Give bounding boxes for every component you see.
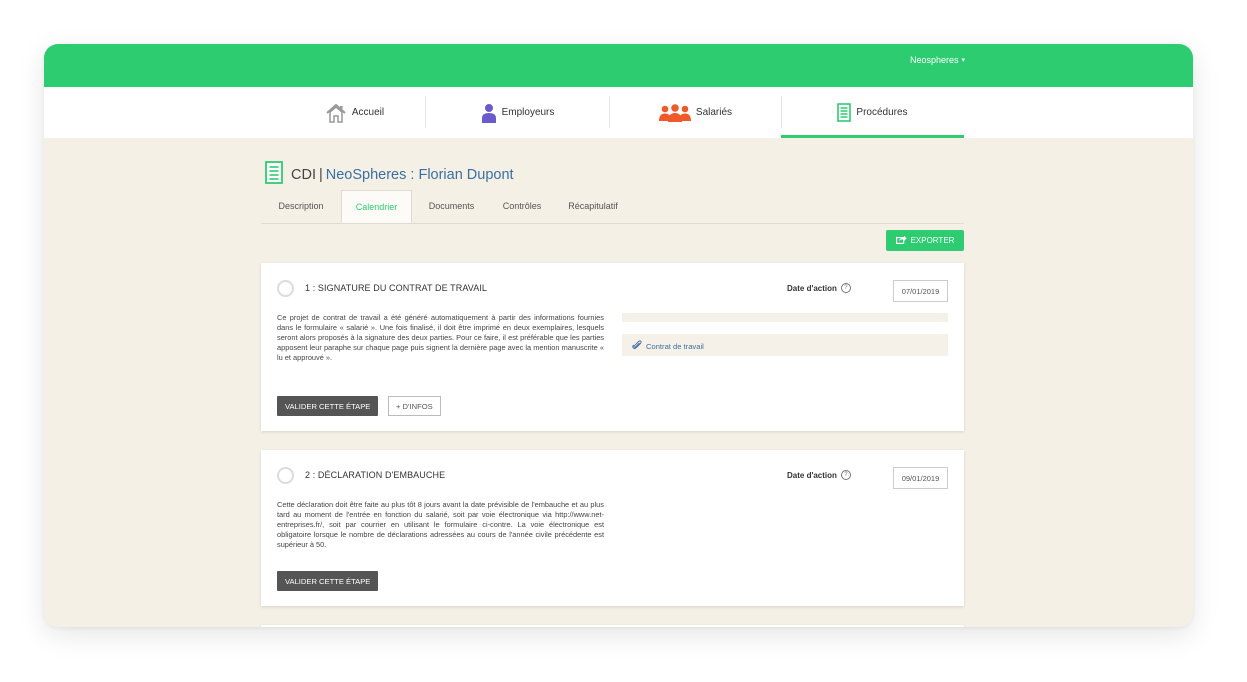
group-icon	[658, 103, 691, 122]
document-link[interactable]: Contrat de travail	[632, 340, 704, 352]
page-title-text: CDI | NeoSpheres : Florian Dupont	[291, 167, 514, 183]
main-content: CDI | NeoSpheres : Florian Dupont Descript…	[44, 138, 1193, 627]
nav-item-salaries[interactable]: Salariés	[610, 87, 781, 138]
chevron-down-icon: ▾	[961, 57, 965, 64]
title-prefix: CDI	[291, 167, 316, 183]
date-label-text: Date d'action	[787, 470, 837, 480]
tab-controles[interactable]: Contrôles	[491, 190, 553, 223]
nav-item-label: Employeurs	[501, 107, 555, 118]
help-icon[interactable]: ?	[840, 470, 851, 480]
step-card	[261, 625, 964, 627]
step-description: Cette déclaration doit être faite au plu…	[277, 500, 604, 550]
validate-step-button[interactable]: VALIDER CETTE ÉTAPE	[277, 571, 379, 591]
step-card: 1 : SIGNATURE DU CONTRAT DE TRAVAIL Date…	[261, 263, 964, 431]
export-icon	[895, 235, 907, 246]
title-main: NeoSpheres : Florian Dupont	[325, 167, 514, 183]
step-card: 2 : DÉCLARATION D'EMBAUCHE Date d'action…	[261, 450, 964, 606]
more-info-button[interactable]: + D'INFOS	[388, 396, 441, 416]
document-icon	[265, 161, 283, 189]
date-action-label: Date d'action ?	[787, 283, 851, 293]
paperclip-icon	[632, 340, 642, 352]
user-menu-label: Neospheres	[909, 55, 959, 65]
date-field[interactable]: 09/01/2019	[893, 467, 948, 489]
tab-documents[interactable]: Documents	[412, 190, 491, 223]
validate-step-button[interactable]: VALIDER CETTE ÉTAPE	[277, 396, 379, 416]
procedure-tabs: Description Calendrier Documents Contrôl…	[261, 190, 964, 224]
document-icon	[837, 103, 852, 122]
main-nav: Accueil Employeurs Salariés Procédures	[44, 87, 1193, 138]
nav-item-accueil[interactable]: Accueil	[284, 87, 425, 138]
nav-item-label: Accueil	[351, 107, 385, 118]
home-icon	[325, 103, 347, 123]
step-description: Ce projet de contrat de travail a été gé…	[277, 313, 604, 363]
title-separator: |	[318, 167, 323, 183]
tab-description[interactable]: Description	[261, 190, 341, 223]
tab-recapitulatif[interactable]: Récapitulatif	[553, 190, 633, 223]
person-icon	[481, 103, 497, 123]
export-label: EXPORTER	[910, 236, 955, 245]
user-menu[interactable]: Neospheres ▾	[910, 55, 965, 65]
document-bar	[622, 313, 948, 322]
top-bar: Neospheres ▾	[44, 44, 1193, 87]
help-icon[interactable]: ?	[840, 283, 851, 293]
date-field[interactable]: 07/01/2019	[893, 280, 948, 302]
step-title: 2 : DÉCLARATION D'EMBAUCHE	[305, 470, 446, 480]
nav-item-label: Salariés	[695, 107, 733, 118]
export-button[interactable]: EXPORTER	[886, 230, 964, 251]
page-title: CDI | NeoSpheres : Florian Dupont	[265, 161, 514, 189]
date-action-label: Date d'action ?	[787, 470, 851, 480]
nav-item-procedures[interactable]: Procédures	[781, 87, 964, 138]
step-checkbox[interactable]	[277, 467, 294, 484]
date-label-text: Date d'action	[787, 283, 837, 293]
document-link-label: Contrat de travail	[646, 341, 704, 351]
app-window: Neospheres ▾ Accueil Employeurs Salariés…	[44, 44, 1193, 627]
nav-item-label: Procédures	[856, 107, 908, 118]
step-title: 1 : SIGNATURE DU CONTRAT DE TRAVAIL	[305, 283, 488, 293]
nav-item-employeurs[interactable]: Employeurs	[426, 87, 609, 138]
step-checkbox[interactable]	[277, 280, 294, 297]
tab-calendrier[interactable]: Calendrier	[341, 190, 412, 223]
